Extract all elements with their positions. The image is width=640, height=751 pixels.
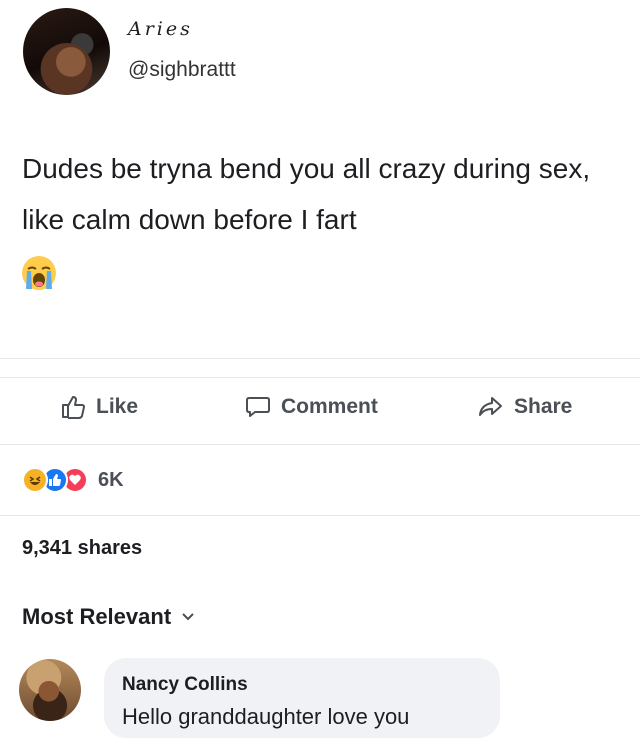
comment-text: Hello granddaughter love you xyxy=(122,704,410,729)
comment-button[interactable]: Comment xyxy=(245,394,378,420)
commenter-avatar[interactable] xyxy=(19,659,81,721)
comment-bubble-icon xyxy=(246,397,270,417)
reactions-summary[interactable]: 6K xyxy=(22,467,124,493)
like-button[interactable]: Like xyxy=(60,394,138,420)
thumbs-up-icon xyxy=(62,396,85,419)
comments-filter-label: Most Relevant xyxy=(22,604,172,629)
divider xyxy=(0,444,640,445)
reaction-count: 6K xyxy=(98,468,124,491)
comments-filter-dropdown[interactable]: Most Relevant xyxy=(22,604,195,630)
comment-label: Comment xyxy=(281,395,378,418)
loudly-crying-face-icon xyxy=(22,256,56,290)
divider xyxy=(0,358,640,359)
post-text: Dudes be tryna bend you all crazy during… xyxy=(22,153,591,235)
haha-reaction-icon xyxy=(22,467,48,493)
share-button[interactable]: Share xyxy=(478,394,572,420)
divider xyxy=(0,377,640,378)
divider xyxy=(0,515,640,516)
share-arrow-icon xyxy=(479,397,502,416)
share-label: Share xyxy=(514,395,573,418)
chevron-down-icon xyxy=(182,613,194,621)
author-handle[interactable]: @sighbrattt xyxy=(128,58,236,82)
author-display-name[interactable]: Aries xyxy=(128,18,193,40)
author-avatar[interactable] xyxy=(23,8,110,95)
shares-count[interactable]: 9,341 shares xyxy=(22,537,142,560)
comment-author[interactable]: Nancy Collins xyxy=(122,674,248,696)
like-label: Like xyxy=(96,395,139,418)
